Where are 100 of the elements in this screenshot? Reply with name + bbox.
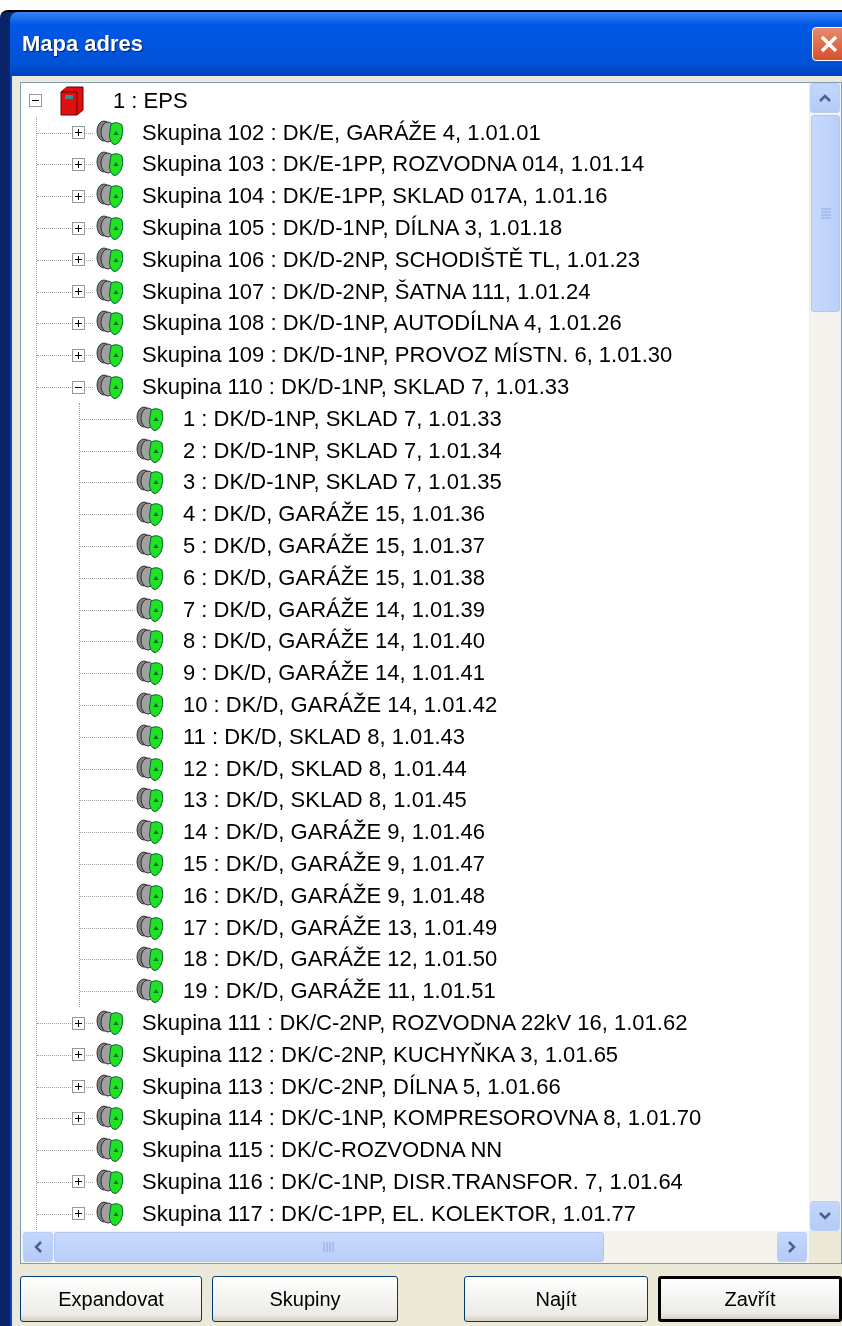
expand-button[interactable]	[72, 126, 85, 140]
scroll-left-button[interactable]	[23, 1232, 53, 1262]
tree-item[interactable]: 11 : DK/D, SKLAD 8, 1.01.43	[183, 723, 466, 750]
scroll-thumb[interactable]	[54, 1232, 604, 1262]
detector-icon	[135, 977, 165, 1006]
plus-icon	[74, 350, 83, 360]
tree-item[interactable]: 1 : DK/D-1NP, SKLAD 7, 1.01.33	[183, 405, 502, 432]
tree-item[interactable]: 12 : DK/D, SKLAD 8, 1.01.44	[183, 755, 467, 782]
tree-item[interactable]: 17 : DK/D, GARÁŽE 13, 1.01.49	[183, 914, 498, 941]
expand-button[interactable]	[72, 189, 85, 203]
tree-item[interactable]: Skupina 113 : DK/C-2NP, DÍLNA 5, 1.01.66	[142, 1073, 561, 1100]
tree-item[interactable]: Skupina 115 : DK/C-ROZVODNA NN	[142, 1137, 503, 1164]
expand-button[interactable]	[72, 1016, 85, 1030]
plus-icon	[74, 1082, 83, 1092]
dialog-button[interactable]: Skupiny	[212, 1276, 398, 1322]
expand-button[interactable]	[72, 158, 85, 171]
detector-icon	[135, 786, 165, 815]
detector-icon	[95, 1104, 125, 1133]
window-title: Mapa adres	[22, 31, 144, 57]
detector-icon	[95, 1040, 125, 1069]
tree-item[interactable]: Skupina 103 : DK/E-1PP, ROZVODNA 014, 1.01.14	[142, 151, 645, 178]
close-icon	[819, 34, 839, 54]
scroll-right-button[interactable]	[777, 1232, 807, 1262]
expand-button[interactable]	[72, 253, 85, 267]
tree-item[interactable]: 18 : DK/D, GARÁŽE 12, 1.01.50	[183, 946, 498, 973]
tree-item[interactable]: 4 : DK/D, GARÁŽE 15, 1.01.36	[183, 501, 486, 528]
detector-icon	[95, 1009, 125, 1037]
detector-icon	[95, 245, 125, 274]
plus-icon	[74, 191, 83, 201]
tree-item[interactable]: Skupina 108 : DK/D-1NP, AUTODÍLNA 4, 1.01.26	[142, 310, 622, 337]
detector-icon	[135, 595, 165, 624]
plus-icon	[74, 318, 83, 328]
tree-item[interactable]: Skupina 105 : DK/D-1NP, DÍLNA 3, 1.01.18	[142, 215, 563, 242]
detector-icon	[135, 500, 165, 529]
expand-button[interactable]	[72, 1175, 85, 1189]
expand-button[interactable]	[72, 348, 85, 362]
dialog-button[interactable]: Expandovat	[20, 1276, 202, 1322]
tree-item[interactable]: Skupina 110 : DK/D-1NP, SKLAD 7, 1.01.33	[142, 374, 570, 401]
expand-button[interactable]	[72, 316, 85, 330]
tree-item[interactable]: 15 : DK/D, GARÁŽE 9, 1.01.47	[183, 851, 486, 877]
tree-item[interactable]: 1 : EPS	[113, 87, 188, 114]
plus-icon	[74, 160, 83, 169]
detector-icon	[135, 436, 165, 465]
scroll-down-button[interactable]	[810, 1201, 840, 1231]
collapse-button[interactable]	[72, 380, 85, 394]
vertical-scrollbar[interactable]	[809, 83, 841, 1231]
tree-item[interactable]: Skupina 104 : DK/E-1PP, SKLAD 017A, 1.01.16	[142, 183, 608, 210]
tree-item[interactable]: 14 : DK/D, GARÁŽE 9, 1.01.46	[183, 819, 486, 846]
detector-icon	[95, 1199, 125, 1228]
detector-icon	[95, 214, 125, 243]
detector-icon	[95, 150, 125, 179]
tree-item[interactable]: Skupina 109 : DK/D-1NP, PROVOZ MÍSTN. 6, 1.01.30	[142, 342, 673, 369]
expand-button[interactable]	[72, 1048, 85, 1062]
tree-item[interactable]: 5 : DK/D, GARÁŽE 15, 1.01.37	[183, 533, 486, 560]
detector-icon	[95, 341, 125, 370]
detector-icon	[95, 373, 125, 402]
tree-item[interactable]: 16 : DK/D, GARÁŽE 9, 1.01.48	[183, 882, 486, 909]
tree-item[interactable]: 8 : DK/D, GARÁŽE 14, 1.01.40	[183, 628, 486, 655]
tree-item[interactable]: Skupina 107 : DK/D-2NP, ŠATNA 111, 1.01.24	[142, 278, 591, 305]
dialog-button[interactable]: Najít	[464, 1276, 648, 1322]
detector-icon	[135, 850, 165, 878]
detector-icon	[95, 309, 125, 338]
detector-icon	[135, 691, 165, 720]
tree-item[interactable]: 7 : DK/D, GARÁŽE 14, 1.01.39	[183, 596, 486, 623]
dialog-button[interactable]: Zavřít	[658, 1276, 842, 1322]
detector-icon	[135, 563, 165, 592]
plus-icon	[74, 255, 83, 265]
tree-item[interactable]: 3 : DK/D-1NP, SKLAD 7, 1.01.35	[183, 469, 502, 496]
tree-item[interactable]: 6 : DK/D, GARÁŽE 15, 1.01.38	[183, 564, 486, 591]
detector-icon	[95, 277, 125, 306]
tree-item[interactable]: 19 : DK/D, GARÁŽE 11, 1.01.51	[183, 978, 496, 1005]
tree-item[interactable]: Skupina 116 : DK/C-1NP, DISR.TRANSFOR. 7, 1.01.64	[142, 1169, 683, 1195]
tree-item[interactable]: 13 : DK/D, SKLAD 8, 1.01.45	[183, 787, 467, 814]
plus-icon	[74, 287, 83, 297]
tree-item[interactable]: Skupina 114 : DK/C-1NP, KOMPRESOROVNA 8, 1.01.70	[142, 1105, 702, 1132]
collapse-button[interactable]	[29, 94, 42, 108]
tree-item[interactable]: 9 : DK/D, GARÁŽE 14, 1.01.41	[183, 660, 486, 687]
tree-item[interactable]: Skupina 112 : DK/C-2NP, KUCHYŇKA 3, 1.01.65	[142, 1041, 619, 1068]
expand-button[interactable]	[72, 285, 85, 299]
tree-item[interactable]: Skupina 111 : DK/C-2NP, ROZVODNA 22kV 16, 1.01.62	[142, 1010, 688, 1036]
plus-icon	[74, 1177, 83, 1187]
expand-button[interactable]	[72, 1207, 85, 1221]
plus-icon	[74, 1113, 83, 1123]
tree-item[interactable]: Skupina 102 : DK/E, GARÁŽE 4, 1.01.01	[142, 119, 541, 146]
tree-item[interactable]: 10 : DK/D, GARÁŽE 14, 1.01.42	[183, 692, 498, 719]
tree-item[interactable]: Skupina 106 : DK/D-2NP, SCHODIŠTĚ TL, 1.01.23	[142, 246, 641, 273]
close-button[interactable]	[812, 27, 842, 61]
grip-icon	[819, 207, 832, 220]
detector-icon	[135, 945, 165, 974]
horizontal-scrollbar[interactable]	[21, 1231, 809, 1263]
expand-button[interactable]	[72, 1080, 85, 1094]
expand-button[interactable]	[72, 221, 85, 235]
tree-item[interactable]: 2 : DK/D-1NP, SKLAD 7, 1.01.34	[183, 437, 502, 464]
detector-icon	[135, 722, 165, 751]
scroll-thumb[interactable]	[811, 115, 840, 312]
expand-button[interactable]	[72, 1111, 85, 1125]
detector-icon	[95, 1136, 125, 1165]
tree-item[interactable]: Skupina 117 : DK/C-1PP, EL. KOLEKTOR, 1.01.77	[142, 1200, 637, 1227]
control-panel-icon	[59, 85, 85, 116]
scroll-up-button[interactable]	[810, 83, 840, 113]
